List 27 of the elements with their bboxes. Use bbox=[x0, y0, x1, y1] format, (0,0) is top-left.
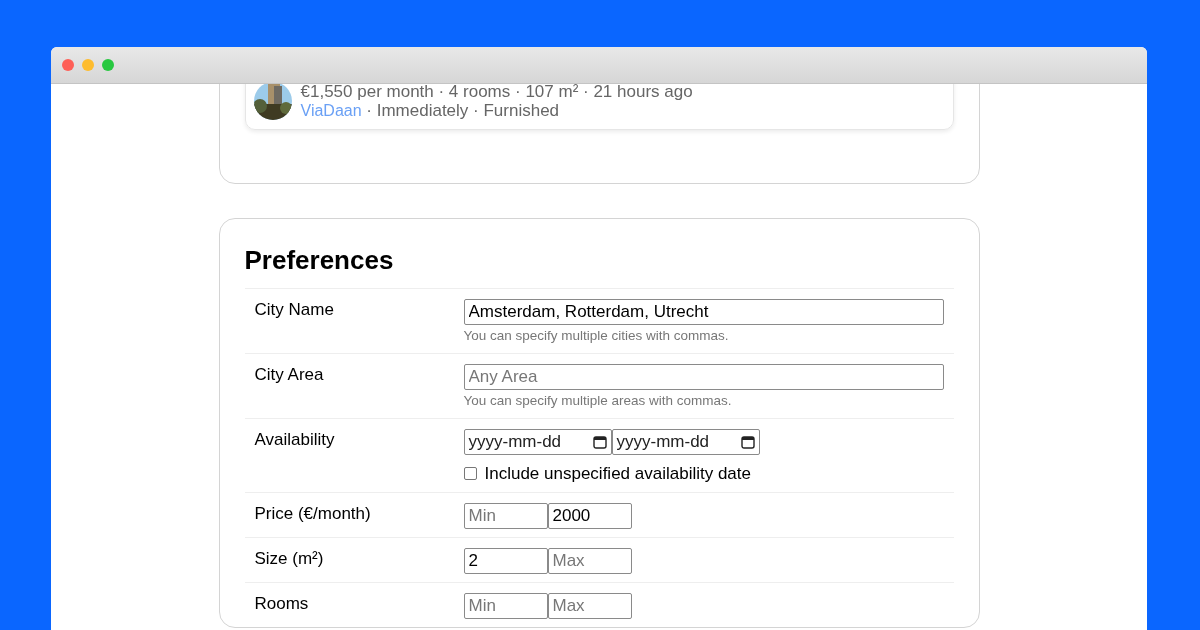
checkbox-label: Include unspecified availability date bbox=[484, 463, 751, 484]
input-field[interactable]: Any Area bbox=[463, 364, 944, 390]
checkbox[interactable] bbox=[463, 467, 477, 480]
hint-text: You can specify multiple cities with commas. bbox=[463, 327, 730, 345]
input-field[interactable]: 2000 bbox=[547, 503, 632, 529]
close-button[interactable] bbox=[62, 59, 74, 71]
field-label: Price (€/month) bbox=[254, 503, 372, 525]
input-field[interactable]: Amsterdam, Rotterdam, Utrecht bbox=[463, 299, 944, 325]
field-label: Size (m²) bbox=[254, 548, 325, 570]
listing-summary: €1,550 per month · 4 rooms · 107 m² · 21 hours ago bbox=[300, 84, 693, 101]
listing-details: · Immediately · Furnished bbox=[365, 101, 560, 120]
field-label: Availability bbox=[254, 429, 336, 451]
input-field[interactable]: 2 bbox=[463, 548, 548, 574]
input-field[interactable]: Max bbox=[547, 593, 632, 619]
field-label: City Name bbox=[254, 299, 335, 321]
date-field[interactable]: yyyy-mm-dd bbox=[611, 429, 760, 455]
field-label: City Area bbox=[254, 364, 325, 386]
field-label: Rooms bbox=[254, 593, 310, 615]
calendar-icon[interactable] bbox=[592, 435, 607, 449]
listing-card[interactable]: €1,550 per month · 4 rooms · 107 m² · 21 hours ago ViaDaan · Immediately · Furnished bbox=[244, 84, 954, 130]
hint-text: You can specify multiple areas with commas. bbox=[463, 392, 733, 410]
date-field[interactable]: yyyy-mm-dd bbox=[463, 429, 612, 455]
calendar-icon[interactable] bbox=[740, 435, 755, 449]
input-field[interactable]: Min bbox=[463, 593, 548, 619]
section-title: Preferences bbox=[244, 244, 395, 277]
input-field[interactable]: Min bbox=[463, 503, 548, 529]
input-field[interactable]: Max bbox=[547, 548, 632, 574]
